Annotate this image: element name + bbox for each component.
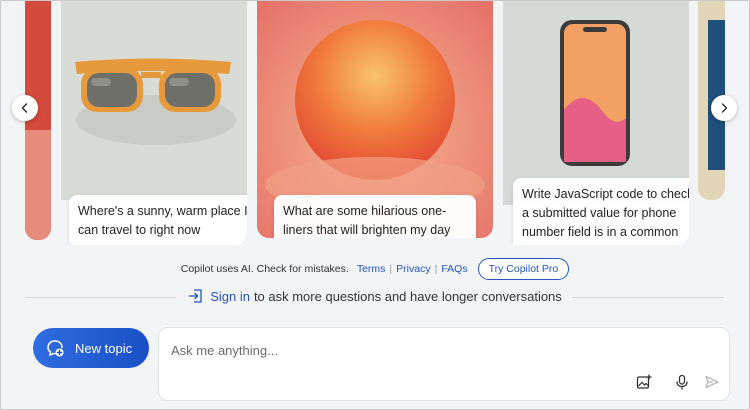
chevron-right-icon	[721, 103, 728, 113]
sign-in-link[interactable]: Sign in	[210, 289, 250, 304]
chevron-left-icon	[21, 103, 28, 113]
card-caption-text: Write JavaScript code to check if a subm…	[522, 187, 689, 245]
image-upload-icon	[636, 374, 652, 389]
send-icon	[705, 375, 719, 389]
card-caption: What are some hilarious one-liners that …	[274, 195, 476, 238]
disclaimer-text: Copilot uses AI. Check for mistakes.	[180, 263, 349, 275]
new-chat-icon	[47, 340, 64, 357]
faqs-link[interactable]: FAQs	[441, 263, 467, 275]
send-button[interactable]	[703, 373, 721, 391]
carousel-prev-button[interactable]	[12, 95, 38, 121]
microphone-icon	[676, 374, 688, 390]
privacy-link[interactable]: Privacy	[396, 263, 430, 275]
separator: |	[434, 263, 438, 275]
carousel-card-one-liners[interactable]: What are some hilarious one-liners that …	[257, 0, 493, 238]
try-copilot-pro-button[interactable]: Try Copilot Pro	[477, 258, 570, 280]
sign-in-icon[interactable]	[188, 288, 204, 304]
card-caption-text: What are some hilarious one-liners that …	[283, 204, 451, 237]
carousel-next-button[interactable]	[711, 95, 737, 121]
card-caption: Where's a sunny, warm place I can travel…	[69, 195, 247, 245]
card-caption: Write JavaScript code to check if a subm…	[513, 178, 689, 245]
microphone-button[interactable]	[673, 373, 691, 391]
ask-input[interactable]	[171, 340, 711, 360]
new-topic-label: New topic	[75, 340, 133, 356]
prompt-carousel: Where's a sunny, warm place I can travel…	[25, 0, 725, 252]
image-upload-button[interactable]	[635, 373, 653, 391]
signin-description: to ask more questions and have longer co…	[253, 288, 562, 304]
compose-box[interactable]	[158, 327, 730, 401]
phone-image	[503, 0, 689, 205]
sunglasses-image	[61, 0, 247, 200]
new-topic-button[interactable]: New topic	[33, 328, 149, 368]
disclaimer-bar: Copilot uses AI. Check for mistakes. Ter…	[0, 258, 750, 280]
separator: |	[389, 263, 393, 275]
signin-prompt: Sign in to ask more questions and have l…	[0, 288, 750, 304]
card-caption-text: Where's a sunny, warm place I can travel…	[78, 204, 247, 237]
carousel-card-javascript[interactable]: Write JavaScript code to check if a subm…	[503, 0, 689, 245]
terms-link[interactable]: Terms	[357, 263, 386, 275]
carousel-card-sunny-place[interactable]: Where's a sunny, warm place I can travel…	[61, 0, 247, 245]
